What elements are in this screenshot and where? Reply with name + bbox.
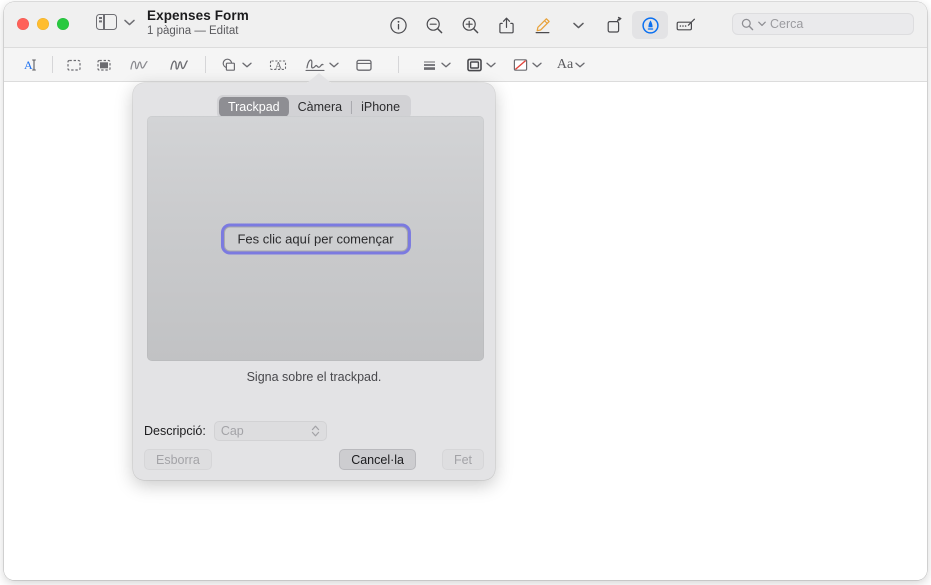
border-color-icon bbox=[466, 58, 482, 71]
document-subtitle: 1 pàgina — Editat bbox=[147, 25, 239, 37]
chevron-down-icon[interactable] bbox=[124, 19, 135, 26]
tab-trackpad[interactable]: Trackpad bbox=[218, 97, 289, 117]
annotate-icon bbox=[676, 18, 695, 30]
trackpad-capture-area[interactable]: Fes clic aquí per començar bbox=[147, 116, 484, 361]
line-style-tool-button[interactable] bbox=[413, 53, 457, 77]
application-window: Expenses Form 1 pàgina — Editat Cerca A … bbox=[4, 2, 927, 580]
search-icon bbox=[741, 18, 754, 30]
fill-color-chevron-down-icon[interactable] bbox=[531, 62, 542, 68]
cancel-button[interactable]: Cancel·la bbox=[339, 449, 416, 470]
start-capture-button[interactable]: Fes clic aquí per començar bbox=[223, 226, 408, 251]
dashed-rectangle-icon bbox=[67, 59, 81, 71]
line-weight-icon bbox=[423, 61, 435, 70]
font-tool-label: Aa bbox=[556, 56, 574, 72]
popover-button-row: Esborra Cancel·la Fet bbox=[133, 449, 495, 471]
search-placeholder: Cerca bbox=[770, 17, 804, 31]
note-icon bbox=[356, 59, 372, 71]
description-row: Descripció: Cap bbox=[144, 421, 327, 441]
description-value: Cap bbox=[220, 424, 244, 438]
zoom-out-button[interactable] bbox=[416, 11, 452, 39]
annotate-button[interactable] bbox=[668, 11, 704, 39]
share-icon bbox=[498, 17, 514, 33]
markup-toolbar: A A Aa bbox=[4, 48, 927, 82]
toolbar-divider bbox=[398, 56, 399, 73]
toolbar-icon-group bbox=[380, 10, 704, 40]
filled-dashed-square-icon bbox=[97, 59, 111, 71]
signature-capture-popover: Trackpad Càmera iPhone Fes clic aquí per… bbox=[133, 73, 495, 480]
text-box-icon: A bbox=[269, 59, 287, 71]
markup-icon bbox=[641, 16, 659, 34]
title-bar: Expenses Form 1 pàgina — Editat Cerca bbox=[4, 2, 927, 48]
highlight-icon bbox=[535, 17, 550, 33]
search-chevron-down-icon[interactable] bbox=[758, 21, 766, 27]
text-selection-tool-button[interactable]: A bbox=[16, 53, 46, 77]
text-tool-button[interactable]: A bbox=[258, 53, 298, 77]
sidebar-icon bbox=[96, 13, 117, 31]
font-tool-button[interactable]: Aa bbox=[549, 53, 593, 77]
sidebar-toggle-button[interactable] bbox=[96, 13, 135, 31]
zoom-in-icon bbox=[462, 17, 478, 33]
shapes-tool-button[interactable] bbox=[212, 53, 258, 77]
fill-color-tool-button[interactable] bbox=[503, 53, 549, 77]
draw-tool-button[interactable] bbox=[159, 53, 199, 77]
document-canvas[interactable]: Trackpad Càmera iPhone Fes clic aquí per… bbox=[4, 73, 927, 580]
highlight-chevron-icon bbox=[572, 22, 584, 28]
up-down-chevron-icon bbox=[311, 424, 320, 438]
page-title: Expenses Form bbox=[147, 8, 249, 23]
toolbar-divider bbox=[205, 56, 206, 73]
trackpad-hint-text: Signa sobre el trackpad. bbox=[246, 370, 382, 384]
fill-color-none-icon bbox=[513, 58, 527, 71]
highlight-options-button[interactable] bbox=[560, 11, 596, 39]
signature-icon bbox=[305, 58, 325, 71]
zoom-in-button[interactable] bbox=[452, 11, 488, 39]
description-label: Descripció: bbox=[144, 424, 206, 438]
svg-text:A: A bbox=[275, 61, 282, 71]
rotate-button[interactable] bbox=[596, 11, 632, 39]
rotate-icon bbox=[607, 16, 621, 33]
tab-camera[interactable]: Càmera bbox=[289, 97, 351, 117]
search-input[interactable]: Cerca bbox=[732, 13, 914, 35]
rect-selection-tool-button[interactable] bbox=[59, 53, 89, 77]
markup-button[interactable] bbox=[632, 11, 668, 39]
document-title-block: Expenses Form 1 pàgina — Editat bbox=[147, 8, 249, 37]
popover-arrow bbox=[307, 73, 331, 83]
minimize-window-button[interactable] bbox=[37, 18, 49, 30]
highlight-button[interactable] bbox=[524, 11, 560, 39]
shapes-icon bbox=[222, 58, 235, 71]
share-button[interactable] bbox=[488, 11, 524, 39]
window-controls bbox=[17, 18, 69, 30]
instant-alpha-tool-button[interactable] bbox=[89, 53, 119, 77]
done-button[interactable]: Fet bbox=[441, 449, 484, 470]
toolbar-divider bbox=[52, 56, 53, 73]
clear-button[interactable]: Esborra bbox=[144, 449, 212, 470]
zoom-window-button[interactable] bbox=[57, 18, 69, 30]
signature-chevron-down-icon[interactable] bbox=[329, 62, 339, 68]
tab-iphone[interactable]: iPhone bbox=[352, 97, 409, 117]
draw-squiggle-icon bbox=[170, 59, 188, 70]
description-popup-button[interactable]: Cap bbox=[213, 421, 327, 441]
info-icon bbox=[389, 16, 407, 34]
sketch-squiggle-icon bbox=[130, 60, 148, 70]
close-window-button[interactable] bbox=[17, 18, 29, 30]
text-cursor-icon: A bbox=[24, 58, 36, 72]
line-style-chevron-down-icon[interactable] bbox=[440, 62, 451, 68]
font-chevron-down-icon[interactable] bbox=[575, 62, 585, 68]
note-tool-button[interactable] bbox=[344, 53, 384, 77]
info-button[interactable] bbox=[380, 11, 416, 39]
zoom-out-icon bbox=[426, 17, 442, 33]
border-color-tool-button[interactable] bbox=[457, 53, 503, 77]
svg-text:A: A bbox=[24, 58, 33, 72]
sketch-tool-button[interactable] bbox=[119, 53, 159, 77]
border-color-chevron-down-icon[interactable] bbox=[485, 62, 496, 68]
shapes-chevron-down-icon[interactable] bbox=[241, 62, 252, 68]
